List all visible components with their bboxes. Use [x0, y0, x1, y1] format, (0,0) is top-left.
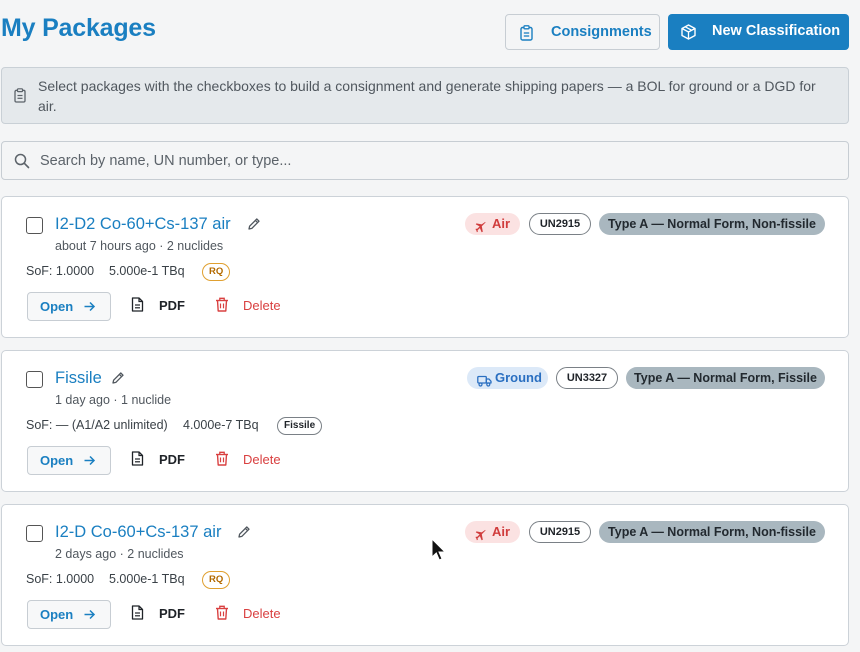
select-checkbox[interactable] — [26, 371, 43, 388]
pencil-icon[interactable] — [111, 371, 125, 390]
arrow-right-icon — [83, 454, 96, 470]
mode-label: Air — [492, 216, 511, 231]
delete-label: Delete — [243, 606, 281, 621]
package-type-badge: Type A — Normal Form, Fissile — [626, 367, 825, 389]
trash-icon — [215, 297, 229, 315]
pencil-icon[interactable] — [247, 217, 261, 236]
package-name-link[interactable]: I2-D2 Co-60+Cs-137 air — [55, 215, 231, 234]
pdf-label: PDF — [159, 298, 185, 313]
un-number-badge: UN3327 — [556, 367, 618, 389]
un-number-badge: UN2915 — [529, 213, 591, 235]
package-meta: 2 days ago · 2 nuclides — [55, 547, 184, 561]
clipboard-icon — [520, 25, 533, 45]
document-icon — [131, 605, 144, 623]
clipboard-icon — [14, 88, 26, 108]
un-number-badge: UN2915 — [529, 521, 591, 543]
open-button[interactable]: Open — [27, 292, 111, 321]
rq-badge: RQ — [202, 571, 231, 589]
mode-label: Air — [492, 524, 511, 539]
package-name-link[interactable]: Fissile — [55, 369, 102, 388]
package-card: I2-D Co-60+Cs-137 air 2 days ago · 2 nuc… — [1, 504, 849, 646]
pdf-label: PDF — [159, 452, 185, 467]
package-name-link[interactable]: I2-D Co-60+Cs-137 air — [55, 523, 221, 542]
info-banner: Select packages with the checkboxes to b… — [1, 67, 849, 124]
sof-value: SoF: 1.0000 — [26, 572, 95, 586]
rq-badge: RQ — [202, 263, 231, 281]
page-title: My Packages — [1, 14, 156, 42]
new-classification-label: New Classification — [712, 23, 841, 39]
mouse-cursor-icon — [431, 537, 447, 567]
open-label: Open — [40, 607, 74, 622]
consignments-label: Consignments — [551, 24, 652, 40]
pencil-icon[interactable] — [237, 525, 251, 544]
mode-badge-ground: Ground — [467, 367, 548, 389]
new-classification-button[interactable]: New Classification — [668, 14, 849, 50]
open-button[interactable]: Open — [27, 446, 111, 475]
delete-label: Delete — [243, 298, 281, 313]
package-meta: 1 day ago · 1 nuclide — [55, 393, 172, 407]
open-label: Open — [40, 299, 74, 314]
select-checkbox[interactable] — [26, 217, 43, 234]
activity-value: 5.000e-1 TBq — [109, 264, 185, 278]
mode-badge-air: Air — [465, 213, 520, 235]
trash-icon — [215, 451, 229, 469]
package-card: Fissile 1 day ago · 1 nuclide SoF: — (A1… — [1, 350, 849, 492]
consignments-button[interactable]: Consignments — [505, 14, 660, 50]
search-bar[interactable] — [1, 141, 849, 180]
package-type-badge: Type A — Normal Form, Non-fissile — [599, 213, 825, 235]
arrow-right-icon — [83, 300, 96, 316]
pdf-label: PDF — [159, 606, 185, 621]
open-button[interactable]: Open — [27, 600, 111, 629]
open-label: Open — [40, 453, 74, 468]
activity-value: 4.000e-7 TBq — [183, 418, 259, 432]
delete-label: Delete — [243, 452, 281, 467]
package-type-badge: Type A — Normal Form, Non-fissile — [599, 521, 825, 543]
mode-badge-air: Air — [465, 521, 520, 543]
document-icon — [131, 297, 144, 315]
truck-icon — [477, 372, 492, 394]
search-icon — [14, 153, 30, 174]
plane-icon — [475, 218, 487, 240]
package-meta: about 7 hours ago · 2 nuclides — [55, 239, 224, 253]
select-checkbox[interactable] — [26, 525, 43, 542]
plane-icon — [475, 526, 487, 548]
info-text: Select packages with the checkboxes to b… — [38, 78, 816, 114]
search-input[interactable] — [40, 150, 830, 172]
activity-value: 5.000e-1 TBq — [109, 572, 185, 586]
mode-label: Ground — [495, 370, 542, 385]
fissile-badge: Fissile — [277, 417, 323, 435]
package-icon — [681, 24, 696, 44]
trash-icon — [215, 605, 229, 623]
arrow-right-icon — [83, 608, 96, 624]
package-card: I2-D2 Co-60+Cs-137 air about 7 hours ago… — [1, 196, 849, 338]
sof-value: SoF: — (A1/A2 unlimited) — [26, 418, 168, 432]
document-icon — [131, 451, 144, 469]
sof-value: SoF: 1.0000 — [26, 264, 95, 278]
